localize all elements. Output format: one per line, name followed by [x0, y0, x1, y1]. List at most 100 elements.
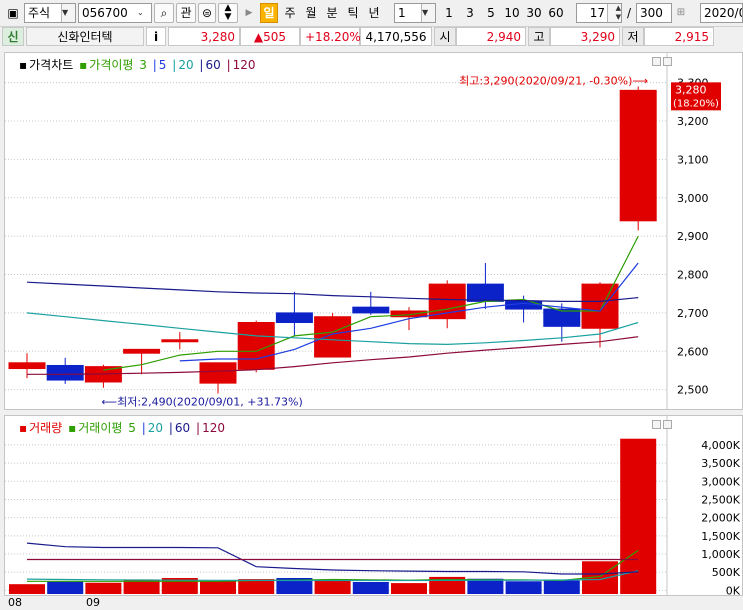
- price-axis-tick-label: 2,900: [677, 230, 709, 243]
- price-chart-pane[interactable]: ▪ 가격차트 ▪ 가격이평 3 | 5 | 20 | 60 | 120 2,500 2,600…: [4, 52, 743, 410]
- volume-bar: [543, 580, 580, 594]
- legend-ma120: 120: [232, 58, 256, 72]
- minimize-icon[interactable]: [652, 420, 661, 429]
- quick-interval-1[interactable]: 1: [440, 3, 458, 23]
- quick-interval-3[interactable]: 3: [461, 3, 479, 23]
- legend-separator: |: [152, 58, 157, 72]
- volume-axis-tick-label: 1,000K: [701, 548, 740, 561]
- info-button[interactable]: i: [146, 27, 166, 46]
- close-icon[interactable]: [663, 57, 672, 66]
- stock-name: 신화인터텍: [26, 27, 144, 46]
- page-total-input[interactable]: 300: [636, 3, 672, 23]
- volume-ma-line-60: [26, 542, 639, 575]
- search-icon: ⌕: [160, 6, 168, 20]
- candle-body: [543, 308, 581, 327]
- open-price: 2,940: [456, 27, 526, 46]
- price-change: ▲505: [240, 27, 300, 46]
- price-axis-tick-label: 3,200: [677, 115, 709, 128]
- prev-next-stepper[interactable]: ▲ ▼: [218, 3, 238, 23]
- pane-window-buttons: [650, 57, 672, 69]
- link-icon[interactable]: ⊜: [198, 3, 216, 23]
- volume-chart-pane[interactable]: ▪ 거래량 ▪ 거래이평 5 | 20 | 60 | 120 0K 500K 1,000K 1,…: [4, 415, 743, 596]
- volume-legend: ▪ 거래량 ▪ 거래이평 5 | 20 | 60 | 120: [19, 419, 227, 436]
- quick-interval-5[interactable]: 5: [482, 3, 500, 23]
- high-price: 3,290: [550, 27, 620, 46]
- close-icon[interactable]: [663, 420, 672, 429]
- price-legend: ▪ 가격차트 ▪ 가격이평 3 | 5 | 20 | 60 | 120: [19, 56, 258, 73]
- legend-vma5: 5: [128, 421, 136, 435]
- high-annotation: 최고:3,290(2020/09/21, -0.30%)⟶: [459, 75, 648, 88]
- low-label: 저: [622, 27, 644, 46]
- trade-volume: 4,170,556: [360, 27, 432, 46]
- volume-axis-tick-label: 0K: [726, 584, 741, 595]
- price-axis-tick-label: 2,700: [677, 307, 709, 320]
- search-button[interactable]: ⌕: [154, 3, 174, 23]
- page-stepper-icon: ▲ ▼: [607, 4, 621, 22]
- minimize-icon[interactable]: [652, 57, 661, 66]
- split-screen-icon[interactable]: ▣: [2, 3, 24, 23]
- tab-period-tick[interactable]: 틱: [344, 3, 362, 23]
- open-label: 시: [434, 27, 456, 46]
- legend-separator: |: [196, 421, 201, 435]
- legend-bullet-icon: ▪: [79, 58, 88, 72]
- price-chart-svg: 2,500 2,600 2,700 2,800 2,900 3,000 3,100 3,200…: [5, 53, 721, 409]
- volume-axis-tick-label: 1,500K: [701, 530, 740, 543]
- stock-code-input[interactable]: 056700 ⌄: [78, 3, 152, 23]
- volume-bar: [85, 582, 122, 594]
- candle-body: [466, 283, 504, 302]
- date-axis: 08 09: [0, 596, 743, 610]
- legend-vma60: 60: [174, 421, 191, 435]
- interval-select-value: 1: [398, 6, 406, 20]
- tab-period-month[interactable]: 월: [302, 3, 320, 23]
- legend-ma20: 20: [178, 58, 194, 72]
- candle-body: [505, 300, 543, 310]
- volume-bar: [9, 584, 45, 594]
- quick-interval-60[interactable]: 60: [546, 3, 566, 23]
- candle-body: [8, 362, 46, 370]
- market-select[interactable]: 주식 ▼: [24, 3, 76, 23]
- high-label: 고: [528, 27, 550, 46]
- market-select-value: 주식: [28, 6, 51, 20]
- tab-period-day[interactable]: 일: [260, 3, 278, 23]
- price-axis-tick-label: 2,500: [677, 384, 709, 397]
- legend-separator: |: [199, 58, 204, 72]
- tab-period-year[interactable]: 년: [365, 3, 383, 23]
- volume-axis-tick-label: 2,000K: [701, 512, 740, 525]
- candle-body: [581, 283, 619, 329]
- volume-bar: [352, 582, 389, 594]
- tab-period-minute[interactable]: 분: [323, 3, 341, 23]
- toolbar: ▣ 주식 ▼ 056700 ⌄ ⌕ 관 ⊜ ▲ ▼ ▶ 일 주 월 분 틱 년 …: [0, 0, 743, 27]
- chevron-down-icon: ▼: [61, 4, 75, 22]
- quick-interval-30[interactable]: 30: [524, 3, 544, 23]
- volume-ma-label: 거래이평: [78, 421, 123, 435]
- volume-axis-tick-label: 4,000K: [701, 439, 740, 452]
- tab-period-week[interactable]: 주: [281, 3, 299, 23]
- legend-separator: |: [226, 58, 231, 72]
- date-tick-label: 08: [8, 596, 22, 609]
- volume-chart-svg: 0K 500K 1,000K 1,500K 2,000K 2,500K 3,000K 3,50…: [5, 416, 741, 595]
- legend-ma3: 3: [139, 58, 147, 72]
- legend-separator: |: [141, 421, 146, 435]
- price-axis-tick-label: 3,100: [677, 153, 709, 166]
- legend-ma60: 60: [205, 58, 221, 72]
- interest-button[interactable]: 관: [176, 3, 196, 23]
- page-separator: /: [626, 6, 632, 20]
- date-input[interactable]: 2020/09: [700, 3, 743, 23]
- page-current-input[interactable]: 17 ▲ ▼: [576, 3, 622, 23]
- interval-select[interactable]: 1 ▼: [394, 3, 436, 23]
- chevron-right-icon[interactable]: ▶: [242, 3, 256, 23]
- legend-bullet-icon: ▪: [19, 58, 28, 72]
- last-price-pct-label: (18.20%): [673, 98, 719, 109]
- legend-separator: |: [172, 58, 177, 72]
- price-axis-tick-label: 2,600: [677, 345, 709, 358]
- volume-axis-tick-label: 2,500K: [701, 493, 740, 506]
- pane-window-buttons: [650, 420, 672, 432]
- volume-axis-tick-label: 3,500K: [701, 457, 740, 470]
- quick-interval-10[interactable]: 10: [502, 3, 522, 23]
- volume-bar: [200, 581, 236, 594]
- calendar-icon[interactable]: ⊞: [673, 3, 689, 23]
- price-chart-title: 가격차트: [29, 58, 74, 72]
- chevron-down-icon: ▼: [421, 4, 435, 22]
- price-change-pct: +18.20%: [300, 27, 361, 46]
- low-annotation: ⟵최저:2,490(2020/09/01, +31.73%): [101, 395, 302, 408]
